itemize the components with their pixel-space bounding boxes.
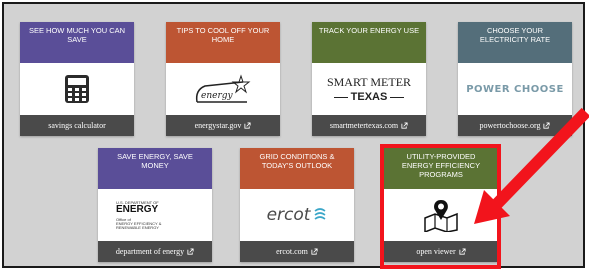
red-arrow-annotation [474, 107, 589, 224]
